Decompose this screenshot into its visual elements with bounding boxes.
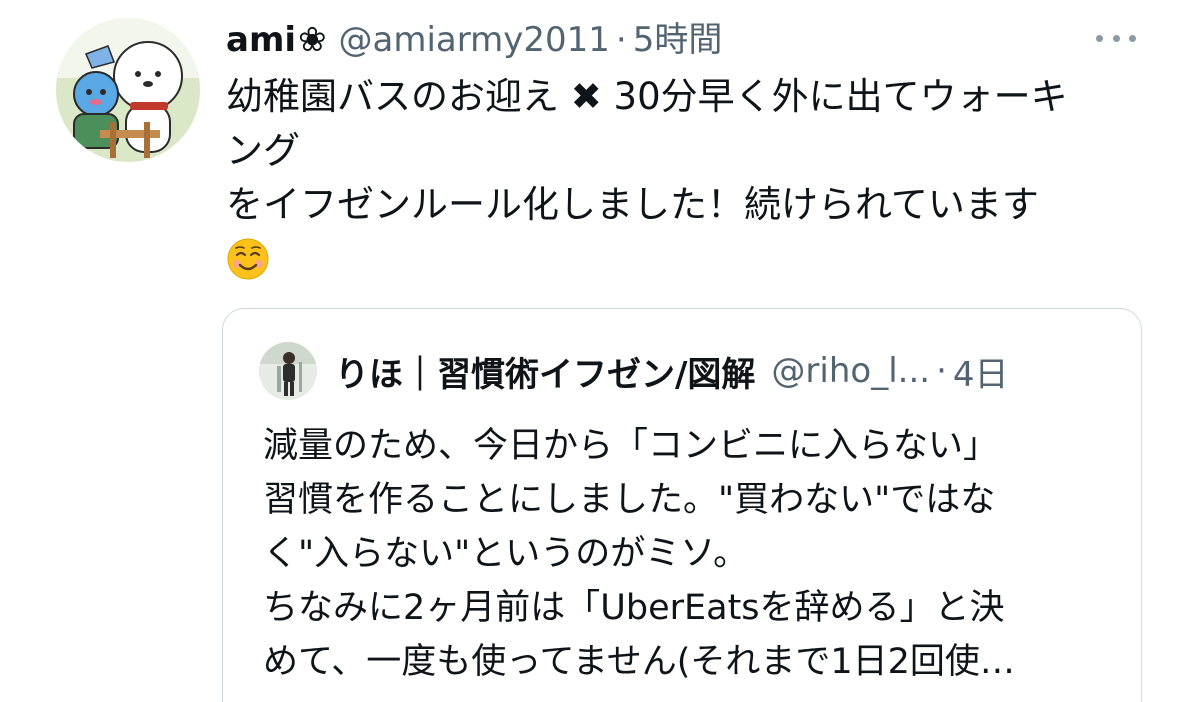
quote-timestamp[interactable]: 4日 xyxy=(953,347,1009,396)
quoted-tweet-card[interactable]: りほ｜習慣術イフゼン/図解 @riho_l... · 4日 減量のため、今日から… xyxy=(222,308,1142,702)
quote-text-line: ちなみに2ヶ月前は「UberEatsを辞める」と決 xyxy=(263,588,1005,628)
dot xyxy=(1096,34,1103,42)
quote-avatar-image xyxy=(259,342,317,400)
text-segment: 幼稚園バスのお迎え xyxy=(226,75,571,118)
tweet-text-line: ング xyxy=(226,129,300,172)
quote-user-handle[interactable]: @riho_l... xyxy=(771,351,930,391)
tweet-text-line: をイフゼンルール化しました！続けられています xyxy=(226,183,1039,226)
tweet-text-line: 幼稚園バスのお迎え ✖ 30分早く外に出てウォーキ xyxy=(226,70,1146,124)
more-dots-icon[interactable] xyxy=(1096,26,1136,50)
user-handle[interactable]: @amiarmy2011 xyxy=(339,14,610,66)
user-avatar[interactable] xyxy=(56,18,200,162)
header-separator: · xyxy=(615,20,627,60)
quote-user-avatar[interactable] xyxy=(259,342,317,400)
quote-text-line: 習慣を作ることにしました。"買わない"ではな xyxy=(263,480,996,520)
tweet-text-line xyxy=(226,232,1146,286)
quote-header: りほ｜習慣術イフゼン/図解 @riho_l... · 4日 xyxy=(259,341,1009,401)
dot xyxy=(1129,34,1136,42)
timestamp[interactable]: 5時間 xyxy=(633,14,723,66)
text-segment: 30分早く外に出てウォーキ xyxy=(601,75,1068,118)
name-flower-glyph: ❀ xyxy=(298,20,327,60)
cross-mark-icon: ✖ xyxy=(570,75,602,118)
tweet[interactable]: ami ❀ @amiarmy2011 · 5時間 幼稚園バスのお迎え ✖ 30分… xyxy=(0,0,1200,702)
tweet-text: 幼稚園バスのお迎え ✖ 30分早く外に出てウォーキ ング をイフゼンルール化しま… xyxy=(226,70,1146,286)
quote-text: 減量のため、今日から「コンビニに入らない」 習慣を作ることにしました。"買わない… xyxy=(263,419,1123,689)
quote-text-line: 減量のため、今日から「コンビニに入らない」 xyxy=(263,426,999,466)
avatar-image xyxy=(56,18,200,162)
quote-display-name[interactable]: りほ｜習慣術イフゼン/図解 xyxy=(335,347,755,396)
display-name[interactable]: ami xyxy=(226,14,296,66)
dot xyxy=(1112,34,1120,42)
smiling-face-emoji xyxy=(227,238,269,280)
quote-text-line: めて、一度も使ってません(それまで1日2回使… xyxy=(263,642,1015,682)
quote-separator: · xyxy=(936,351,947,391)
quote-text-line: く"入らない"というのがミソ。 xyxy=(263,534,749,574)
tweet-header: ami ❀ @amiarmy2011 · 5時間 xyxy=(226,14,722,66)
